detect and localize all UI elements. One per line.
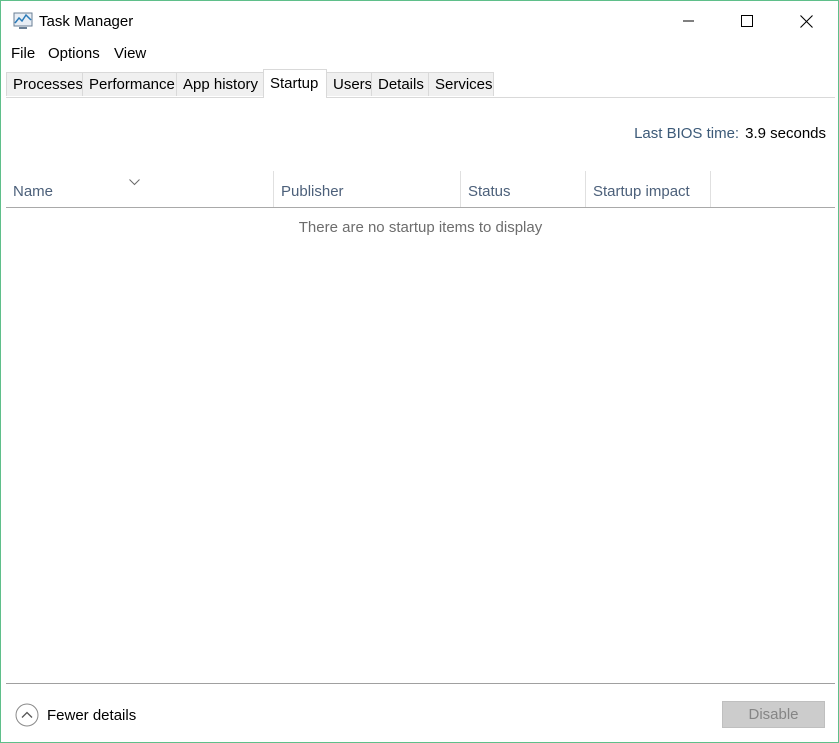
menu-view[interactable]: View	[114, 45, 146, 62]
menu-bar: File Options View	[1, 41, 838, 65]
task-manager-icon	[13, 12, 33, 30]
fewer-details-link[interactable]: Fewer details	[47, 707, 136, 724]
column-publisher-label: Publisher	[281, 183, 344, 200]
close-button[interactable]	[783, 3, 829, 39]
tab-performance[interactable]: Performance	[82, 72, 177, 96]
tab-services[interactable]: Services	[428, 72, 494, 96]
chevron-up-circle-icon[interactable]	[15, 703, 39, 732]
bios-time-label: Last BIOS time:	[634, 125, 740, 142]
menu-options[interactable]: Options	[48, 45, 100, 62]
maximize-button[interactable]	[724, 3, 770, 39]
column-startup-impact[interactable]: Startup impact	[585, 171, 711, 207]
tab-app-history[interactable]: App history	[176, 72, 264, 96]
title-bar[interactable]: Task Manager	[1, 1, 838, 41]
tab-startup[interactable]: Startup	[263, 69, 327, 98]
column-publisher[interactable]: Publisher	[273, 171, 460, 207]
empty-message: There are no startup items to display	[298, 219, 543, 236]
close-icon	[799, 14, 813, 28]
disable-button[interactable]: Disable	[722, 701, 825, 728]
minimize-icon	[683, 20, 694, 22]
minimize-button[interactable]	[666, 3, 712, 39]
tab-users[interactable]: Users	[326, 72, 372, 96]
column-startup-impact-label: Startup impact	[593, 183, 690, 200]
bios-time-value: 3.9 seconds	[745, 125, 826, 142]
window-title: Task Manager	[39, 13, 134, 30]
column-name-label: Name	[13, 183, 54, 200]
column-name[interactable]: Name	[6, 171, 273, 207]
tab-strip: Processes Performance App history Startu…	[6, 69, 835, 98]
bios-time: Last BIOS time: 3.9 seconds	[634, 125, 826, 142]
maximize-icon	[741, 15, 753, 27]
menu-file[interactable]: File	[11, 45, 35, 62]
task-manager-window: Task Manager File Options View Processes…	[0, 0, 839, 743]
tab-processes[interactable]: Processes	[6, 72, 83, 96]
table-header: Name Publisher Status Startup impact	[6, 171, 835, 208]
tab-details[interactable]: Details	[371, 72, 429, 96]
footer: Fewer details Disable	[6, 683, 835, 742]
chevron-down-icon	[129, 173, 140, 190]
column-status[interactable]: Status	[460, 171, 585, 207]
column-status-label: Status	[468, 183, 511, 200]
